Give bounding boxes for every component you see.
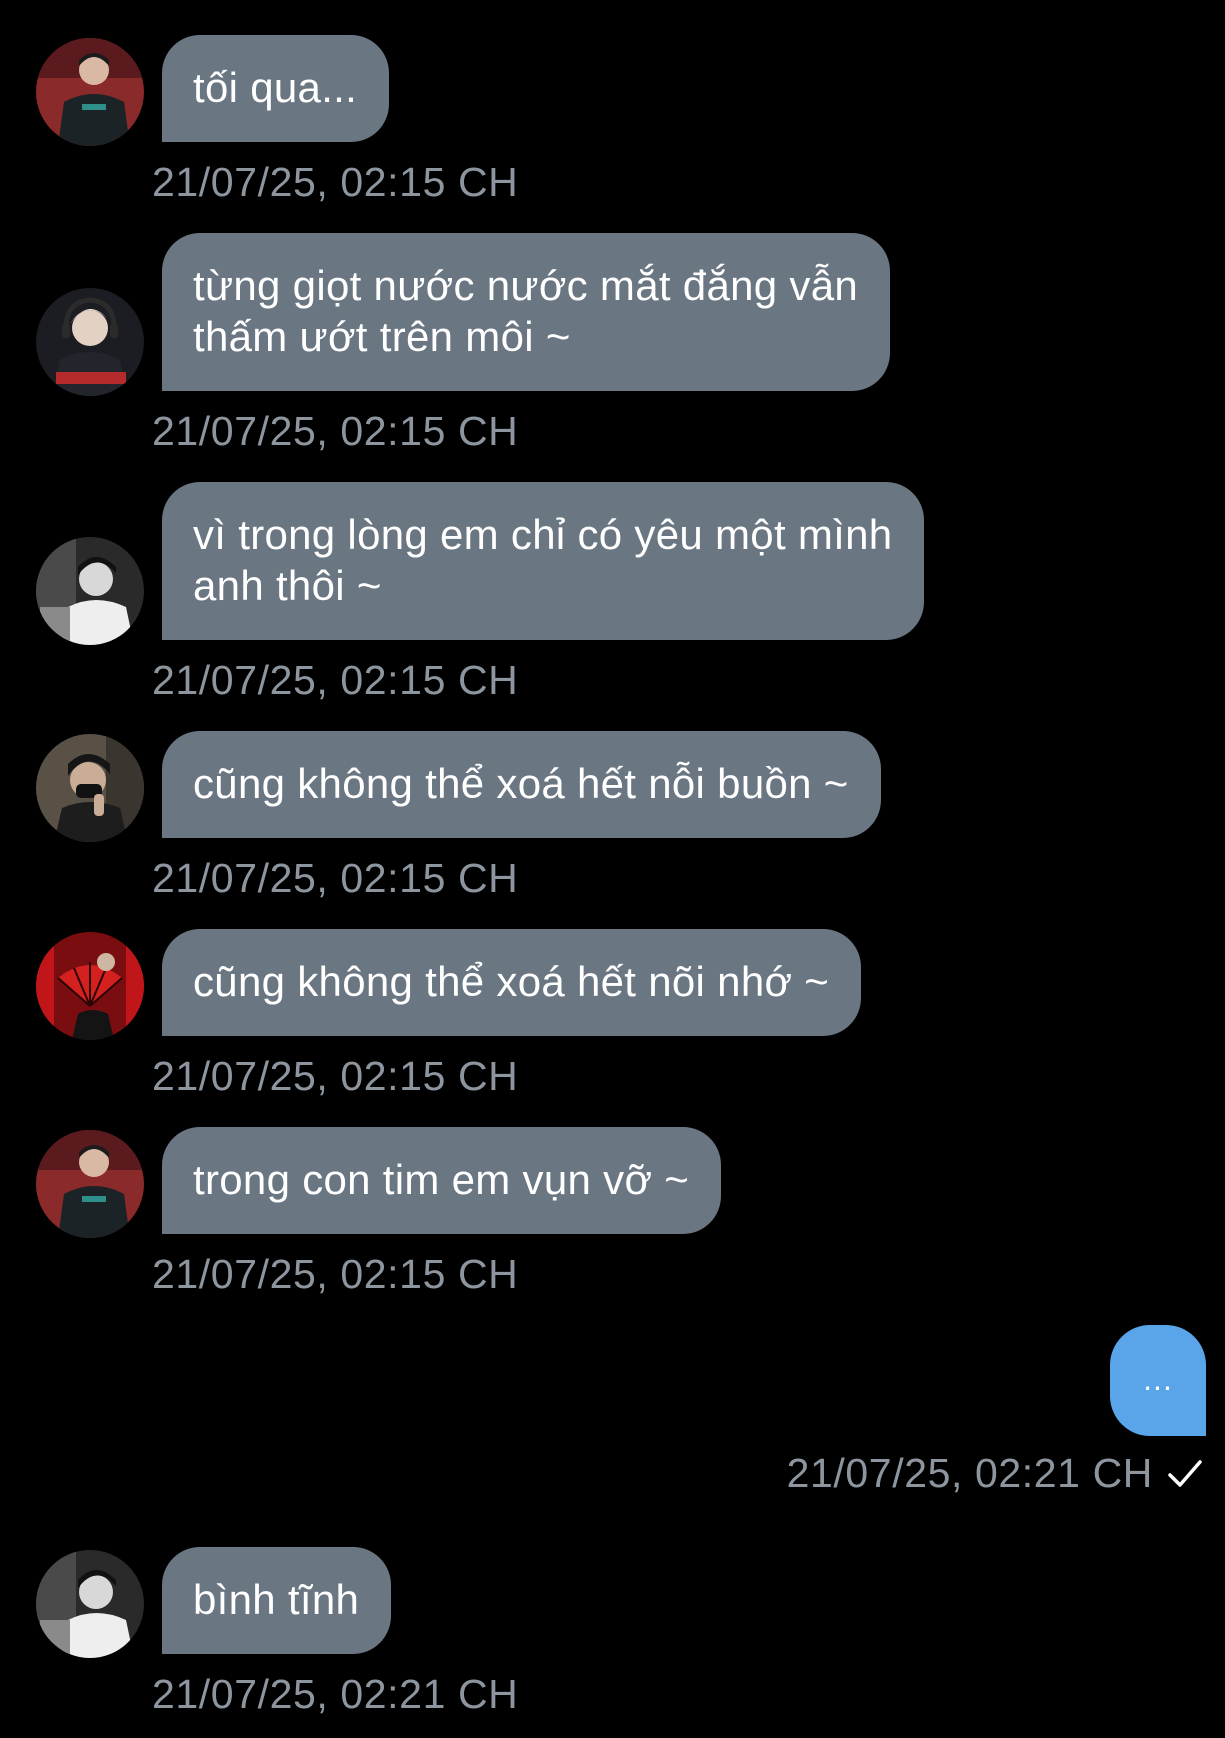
avatar[interactable] — [36, 1550, 144, 1658]
avatar[interactable] — [36, 932, 144, 1040]
avatar-photo-blond-headset — [36, 288, 144, 396]
avatar[interactable] — [36, 288, 144, 396]
message-timestamp: 21/07/25, 02:15 CH — [152, 408, 519, 454]
message-timestamp: 21/07/25, 02:15 CH — [152, 159, 519, 205]
outgoing-message-bubble[interactable]: ... — [1110, 1325, 1206, 1436]
avatar[interactable] — [36, 1130, 144, 1238]
avatar-photo-monochrome — [36, 1550, 144, 1658]
message-timestamp: 21/07/25, 02:15 CH — [152, 657, 519, 703]
incoming-message-bubble[interactable]: trong con tim em vụn vỡ ~ — [162, 1127, 722, 1234]
avatar[interactable] — [36, 38, 144, 146]
incoming-message-bubble[interactable]: cũng không thể xoá hết nỗi buồn ~ — [162, 731, 881, 838]
message-timestamp: 21/07/25, 02:15 CH — [152, 1251, 519, 1297]
avatar-photo-monochrome — [36, 537, 144, 645]
avatar-photo-red-jacket — [36, 38, 144, 146]
avatar-photo-red-fan — [36, 932, 144, 1040]
avatar-photo-masked — [36, 734, 144, 842]
avatar[interactable] — [36, 734, 144, 842]
incoming-message-bubble[interactable]: bình tĩnh — [162, 1547, 392, 1654]
incoming-message-bubble[interactable]: vì trong lòng em chỉ có yêu một mình anh… — [162, 482, 925, 640]
message-timestamp: 21/07/25, 02:21 CH — [786, 1450, 1153, 1496]
avatar-photo-red-jacket — [36, 1130, 144, 1238]
incoming-message-bubble[interactable]: từng giọt nước nước mắt đắng vẫn thấm ướ… — [162, 233, 891, 391]
message-timestamp: 21/07/25, 02:15 CH — [152, 1053, 519, 1099]
avatar[interactable] — [36, 537, 144, 645]
checkmark-icon — [1168, 1460, 1202, 1487]
incoming-message-bubble[interactable]: cũng không thể xoá hết nõi nhớ ~ — [162, 929, 862, 1036]
incoming-message-bubble[interactable]: tối qua... — [162, 35, 390, 142]
message-timestamp: 21/07/25, 02:21 CH — [152, 1671, 519, 1717]
message-timestamp: 21/07/25, 02:15 CH — [152, 855, 519, 901]
